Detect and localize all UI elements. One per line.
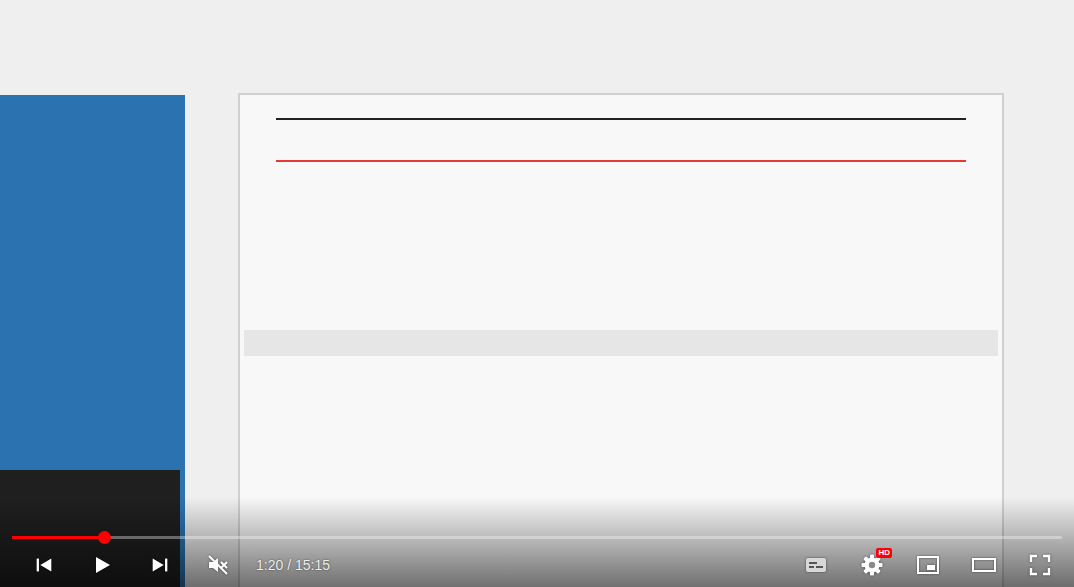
control-bar: 1:20 / 15:15 HD bbox=[0, 545, 1074, 587]
volume-button[interactable] bbox=[196, 547, 240, 583]
previous-icon bbox=[33, 554, 55, 576]
left-controls: 1:20 / 15:15 bbox=[22, 547, 330, 583]
play-button[interactable] bbox=[80, 547, 124, 583]
muted-speaker-icon bbox=[206, 553, 230, 577]
miniplayer-icon bbox=[915, 553, 941, 577]
miniplayer-button[interactable] bbox=[906, 547, 950, 583]
progress-played bbox=[12, 536, 104, 539]
next-icon bbox=[149, 554, 171, 576]
quality-badge: HD bbox=[876, 548, 892, 558]
fullscreen-button[interactable] bbox=[1018, 547, 1062, 583]
theater-icon bbox=[970, 553, 998, 577]
progress-bar[interactable] bbox=[0, 530, 1074, 545]
settings-button[interactable]: HD bbox=[850, 547, 894, 583]
time-display: 1:20 / 15:15 bbox=[256, 557, 330, 573]
progress-scrubber[interactable] bbox=[98, 531, 111, 544]
right-controls: HD bbox=[794, 547, 1062, 583]
play-icon bbox=[90, 553, 114, 577]
next-button[interactable] bbox=[138, 547, 182, 583]
subtitles-button[interactable] bbox=[794, 547, 838, 583]
subtitles-icon bbox=[803, 553, 829, 577]
previous-button[interactable] bbox=[22, 547, 66, 583]
player-controls: 1:20 / 15:15 HD bbox=[0, 530, 1074, 587]
progress-track bbox=[12, 536, 1062, 539]
theater-button[interactable] bbox=[962, 547, 1006, 583]
fullscreen-icon bbox=[1028, 553, 1052, 577]
video-player[interactable]: 1:20 / 15:15 HD bbox=[0, 0, 1074, 587]
